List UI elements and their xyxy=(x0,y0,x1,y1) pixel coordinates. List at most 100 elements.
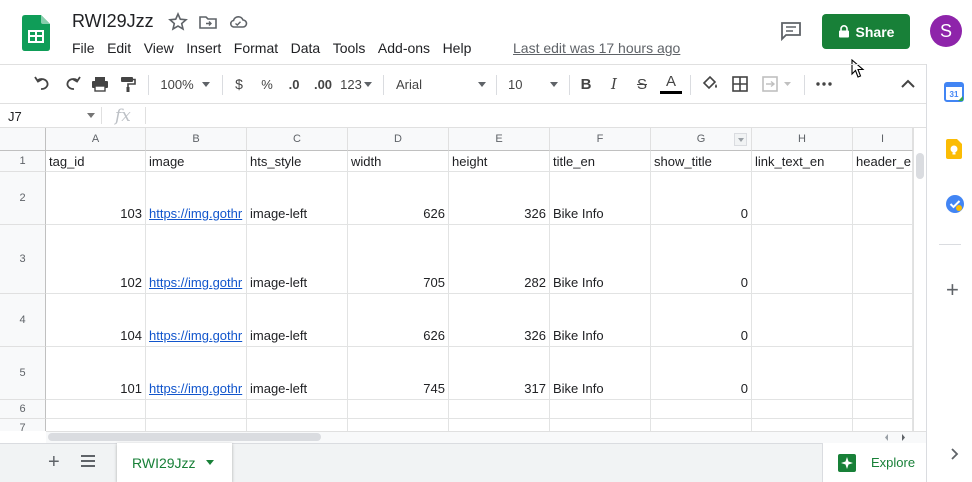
font-size-select[interactable]: 10 xyxy=(504,65,562,103)
table-cell[interactable]: https://img.gothr xyxy=(146,172,247,225)
column-header-c[interactable]: C xyxy=(247,128,348,151)
sheet-tab[interactable]: RWI29Jzz xyxy=(117,443,232,482)
sheets-logo-icon[interactable] xyxy=(22,15,50,51)
chevron-right-icon[interactable] xyxy=(950,447,960,461)
add-addon-icon[interactable]: + xyxy=(946,279,959,301)
horizontal-scroll-thumb[interactable] xyxy=(48,433,321,441)
table-cell[interactable] xyxy=(46,419,146,431)
table-cell[interactable]: 0 xyxy=(651,294,752,347)
explore-button[interactable]: Explore xyxy=(822,443,926,482)
table-cell[interactable]: image-left xyxy=(247,294,348,347)
table-cell[interactable]: Bike Info xyxy=(550,347,651,400)
table-cell[interactable]: Bike Info xyxy=(550,225,651,294)
table-cell[interactable]: 0 xyxy=(651,347,752,400)
table-cell[interactable] xyxy=(146,400,247,419)
table-cell[interactable]: https://img.gothr xyxy=(146,347,247,400)
last-edit-link[interactable]: Last edit was 17 hours ago xyxy=(513,40,680,56)
currency-format-button[interactable]: $ xyxy=(229,65,249,103)
table-cell[interactable] xyxy=(449,400,550,419)
share-button[interactable]: Share xyxy=(822,14,910,49)
more-options-icon[interactable] xyxy=(814,65,834,103)
row-header[interactable]: 4 xyxy=(0,294,46,347)
vertical-scroll-thumb[interactable] xyxy=(916,153,924,179)
table-cell[interactable]: 317 xyxy=(449,347,550,400)
borders-icon[interactable] xyxy=(730,65,750,103)
header-cell[interactable]: link_text_en xyxy=(752,151,853,172)
menu-data[interactable]: Data xyxy=(291,40,321,56)
table-cell[interactable]: 102 xyxy=(46,225,146,294)
text-color-button[interactable]: A xyxy=(660,65,682,103)
formula-input[interactable] xyxy=(150,104,920,127)
menu-file[interactable]: File xyxy=(72,40,95,56)
header-cell[interactable]: height xyxy=(449,151,550,172)
table-cell[interactable]: Bike Info xyxy=(550,294,651,347)
font-family-select[interactable]: Arial xyxy=(392,65,490,103)
italic-button[interactable]: I xyxy=(604,65,624,103)
header-cell[interactable]: hts_style xyxy=(247,151,348,172)
menu-addons[interactable]: Add-ons xyxy=(378,40,430,56)
table-cell[interactable] xyxy=(146,419,247,431)
table-cell[interactable] xyxy=(550,419,651,431)
row-header[interactable]: 7 xyxy=(0,419,46,431)
table-cell[interactable]: 0 xyxy=(651,172,752,225)
table-cell[interactable] xyxy=(651,400,752,419)
comment-history-icon[interactable] xyxy=(780,21,802,41)
column-header-i[interactable]: I xyxy=(853,128,913,151)
name-box[interactable]: J7 xyxy=(0,104,101,127)
table-cell[interactable]: 326 xyxy=(449,172,550,225)
more-formats-select[interactable]: 123 xyxy=(338,65,374,103)
table-cell[interactable] xyxy=(752,225,853,294)
table-cell[interactable]: 705 xyxy=(348,225,449,294)
header-cell[interactable]: tag_id xyxy=(46,151,146,172)
filter-dropdown-icon[interactable] xyxy=(734,133,747,146)
table-cell[interactable] xyxy=(46,400,146,419)
row-header[interactable]: 1 xyxy=(0,151,46,172)
header-cell[interactable]: image xyxy=(146,151,247,172)
table-cell[interactable]: 626 xyxy=(348,294,449,347)
header-cell[interactable]: header_e xyxy=(853,151,913,172)
table-cell[interactable]: 103 xyxy=(46,172,146,225)
strikethrough-button[interactable]: S xyxy=(632,65,652,103)
bold-button[interactable]: B xyxy=(576,65,596,103)
table-cell[interactable]: 101 xyxy=(46,347,146,400)
menu-edit[interactable]: Edit xyxy=(107,40,131,56)
increase-decimal-button[interactable]: .00 xyxy=(310,65,336,103)
table-cell[interactable]: image-left xyxy=(247,172,348,225)
table-cell[interactable] xyxy=(853,225,913,294)
table-cell[interactable] xyxy=(853,172,913,225)
collapse-chevron-up-icon[interactable] xyxy=(898,65,918,103)
cloud-status-icon[interactable] xyxy=(228,12,248,32)
calendar-icon[interactable]: 31 xyxy=(944,82,964,102)
column-header-e[interactable]: E xyxy=(449,128,550,151)
table-cell[interactable] xyxy=(348,400,449,419)
tasks-icon[interactable] xyxy=(945,194,965,214)
decrease-decimal-button[interactable]: .0 xyxy=(282,65,306,103)
row-header[interactable]: 2 xyxy=(0,172,46,225)
table-cell[interactable]: 626 xyxy=(348,172,449,225)
table-cell[interactable] xyxy=(247,419,348,431)
table-cell[interactable] xyxy=(752,347,853,400)
scroll-right-icon[interactable] xyxy=(898,433,908,442)
table-cell[interactable] xyxy=(752,419,853,431)
table-cell[interactable] xyxy=(247,400,348,419)
row-header[interactable]: 3 xyxy=(0,225,46,294)
table-cell[interactable]: 745 xyxy=(348,347,449,400)
column-header-a[interactable]: A xyxy=(46,128,146,151)
move-folder-icon[interactable] xyxy=(198,12,218,32)
keep-notes-icon[interactable] xyxy=(945,139,963,159)
table-cell[interactable]: 104 xyxy=(46,294,146,347)
scroll-left-icon[interactable] xyxy=(882,433,892,442)
table-cell[interactable]: image-left xyxy=(247,225,348,294)
table-cell[interactable] xyxy=(752,294,853,347)
table-cell[interactable]: 282 xyxy=(449,225,550,294)
table-cell[interactable]: Bike Info xyxy=(550,172,651,225)
table-cell[interactable] xyxy=(853,294,913,347)
redo-icon[interactable] xyxy=(62,65,82,103)
table-cell[interactable] xyxy=(853,347,913,400)
fill-color-icon[interactable] xyxy=(700,65,720,103)
table-cell[interactable]: https://img.gothr xyxy=(146,294,247,347)
column-header-f[interactable]: F xyxy=(550,128,651,151)
table-cell[interactable] xyxy=(853,419,913,431)
table-cell[interactable] xyxy=(752,172,853,225)
paint-format-icon[interactable] xyxy=(118,65,138,103)
